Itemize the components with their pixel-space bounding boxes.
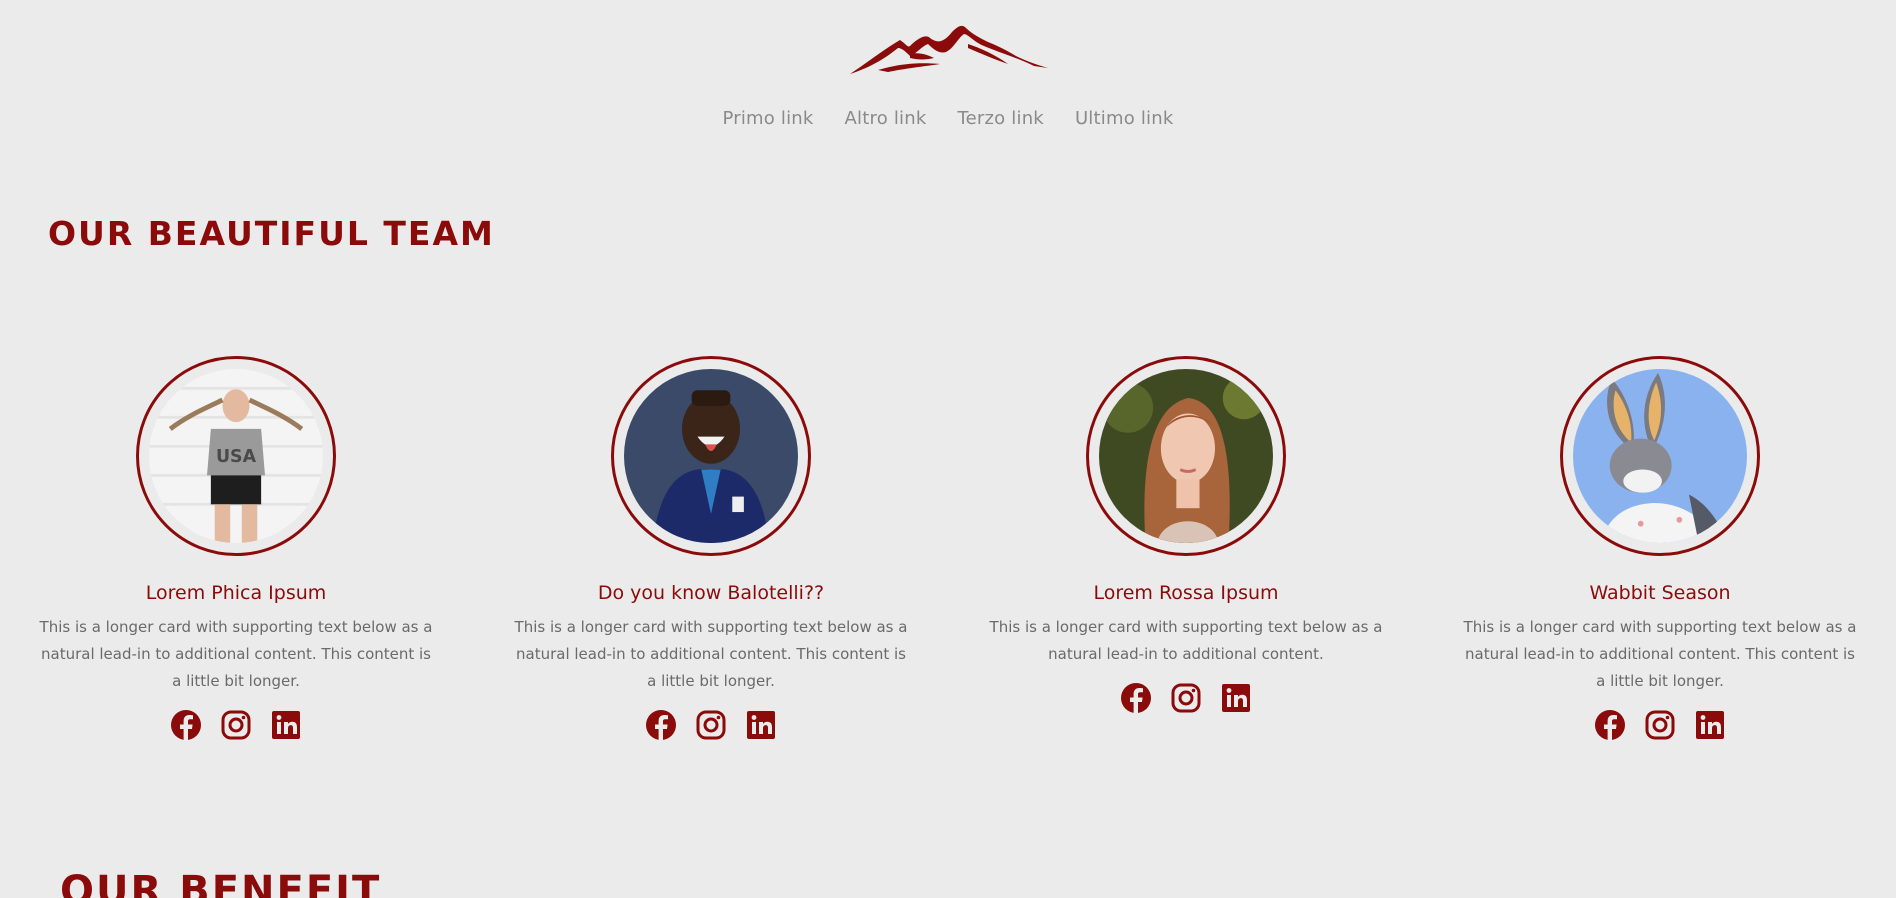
team-avatar: USA [136,356,336,556]
cartoon-rabbit-photo [1573,369,1747,543]
team-cards: USA Lorem Phica Ipsum This is a longer c… [0,356,1896,756]
linkedin-icon[interactable] [745,709,777,741]
footballer-photo [624,369,798,543]
main-nav: Primo link Altro link Terzo link Ultimo … [0,108,1896,129]
team-member-name: Lorem Rossa Ipsum [1093,582,1279,604]
team-member-name: Do you know Balotelli?? [597,582,825,604]
team-member-name: Lorem Phica Ipsum [145,582,327,604]
social-links [36,709,436,741]
team-avatar [1086,356,1286,556]
nav-link-terzo[interactable]: Terzo link [958,108,1044,129]
linkedin-icon[interactable] [1694,709,1726,741]
mountain-logo[interactable] [848,24,1050,76]
red-haired-woman-photo [1099,369,1273,543]
benefit-section-title: OUR BENEFIT [60,868,382,898]
team-avatar [611,356,811,556]
instagram-icon[interactable] [1644,709,1676,741]
nav-link-primo[interactable]: Primo link [723,108,814,129]
instagram-icon[interactable] [220,709,252,741]
team-card: Wabbit Season This is a longer card with… [1460,356,1860,741]
team-section-title: OUR BEAUTIFUL TEAM [48,214,495,253]
team-member-text: This is a longer card with supporting te… [989,618,1383,663]
team-member-text: This is a longer card with supporting te… [1463,618,1857,690]
team-card: Do you know Balotelli?? This is a longer… [511,356,911,741]
svg-text:USA: USA [216,447,257,467]
team-member-text: This is a longer card with supporting te… [39,618,433,690]
team-member-text: This is a longer card with supporting te… [514,618,908,690]
team-member-name: Wabbit Season [1589,582,1731,604]
social-links [986,682,1386,714]
social-links [511,709,911,741]
linkedin-icon[interactable] [1220,682,1252,714]
facebook-icon[interactable] [1120,682,1152,714]
woman-usa-shirt-photo: USA [149,369,323,543]
nav-link-ultimo[interactable]: Ultimo link [1075,108,1174,129]
facebook-icon[interactable] [170,709,202,741]
team-card: USA Lorem Phica Ipsum This is a longer c… [36,356,436,741]
facebook-icon[interactable] [645,709,677,741]
team-avatar [1560,356,1760,556]
instagram-icon[interactable] [695,709,727,741]
linkedin-icon[interactable] [270,709,302,741]
social-links [1460,709,1860,741]
instagram-icon[interactable] [1170,682,1202,714]
nav-link-altro[interactable]: Altro link [845,108,927,129]
team-card: Lorem Rossa Ipsum This is a longer card … [986,356,1386,714]
facebook-icon[interactable] [1594,709,1626,741]
